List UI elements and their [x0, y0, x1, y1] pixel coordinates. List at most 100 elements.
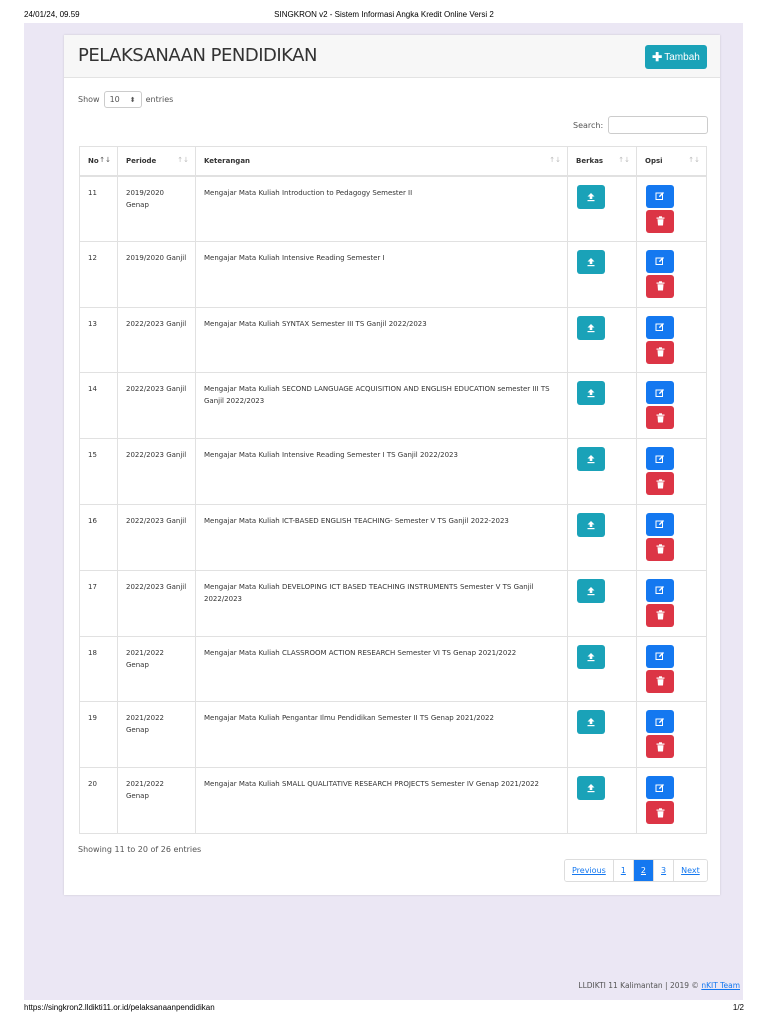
upload-icon	[586, 192, 596, 202]
print-url: https://singkron2.lldikti11.or.id/pelaks…	[24, 1003, 215, 1012]
card-header: PELAKSANAAN PENDIDIKAN ✚ Tambah	[64, 35, 720, 78]
entries-label: entries	[145, 95, 174, 104]
edit-icon	[655, 256, 665, 266]
upload-button[interactable]	[577, 447, 605, 472]
cell-opsi	[636, 175, 707, 242]
edit-button[interactable]	[646, 710, 674, 734]
upload-button[interactable]	[577, 184, 605, 209]
cell-no: 13	[79, 306, 118, 374]
cell-keterangan: Mengajar Mata Kuliah CLASSROOM ACTION RE…	[195, 635, 568, 703]
upload-icon	[586, 257, 596, 267]
cell-keterangan: Mengajar Mata Kuliah ICT-BASED ENGLISH T…	[195, 503, 568, 571]
cell-no: 12	[79, 240, 118, 308]
page-title: PELAKSANAAN PENDIDIKAN	[78, 45, 317, 66]
content-card: PELAKSANAAN PENDIDIKAN ✚ Tambah Show 10 …	[64, 35, 720, 895]
delete-button[interactable]	[646, 537, 674, 561]
column-header-opsi[interactable]: Opsi ↑↓	[636, 146, 707, 177]
cell-periode: 2022/2023 Ganjil	[117, 306, 196, 374]
search-input[interactable]	[608, 116, 709, 134]
edit-icon	[655, 454, 665, 464]
column-header-keterangan[interactable]: Keterangan ↑↓	[195, 146, 568, 177]
cell-no: 11	[79, 175, 118, 242]
delete-button[interactable]	[646, 209, 674, 233]
upload-button[interactable]	[577, 578, 605, 603]
delete-button[interactable]	[646, 406, 674, 430]
entries-value: 10	[109, 95, 120, 104]
table-row: 12 2019/2020 Ganjil Mengajar Mata Kuliah I…	[79, 240, 707, 308]
delete-button[interactable]	[646, 340, 674, 364]
cell-keterangan: Mengajar Mata Kuliah Introduction to Ped…	[195, 175, 568, 242]
table-row: 15 2022/2023 Ganjil Mengajar Mata Kuliah I…	[79, 438, 707, 505]
cell-berkas	[567, 240, 637, 308]
upload-button[interactable]	[577, 381, 605, 406]
cell-periode: 2022/2023 Ganjil	[117, 569, 196, 637]
credit: LLDIKTI 11 Kalimantan | 2019 © nKIT Team	[578, 981, 740, 990]
data-table: No ↑↓ Periode ↑↓ Keterangan ↑↓ Berkas ↑↓ Ops…	[79, 146, 707, 834]
delete-button[interactable]	[646, 472, 674, 496]
table-row: 18 2021/2022 Genap Mengajar Mata Kuliah CL…	[79, 635, 707, 703]
edit-button[interactable]	[646, 249, 674, 273]
cell-no: 15	[79, 438, 118, 505]
column-header-periode[interactable]: Periode ↑↓	[117, 146, 196, 177]
table-row: 16 2022/2023 Ganjil Mengajar Mata Kuliah I…	[79, 503, 707, 571]
edit-button[interactable]	[646, 512, 674, 536]
delete-button[interactable]	[646, 603, 674, 627]
upload-button[interactable]	[577, 512, 605, 537]
edit-button[interactable]	[646, 447, 674, 471]
cell-periode: 2022/2023 Ganjil	[117, 438, 196, 505]
pagination-page-1[interactable]: 1	[612, 860, 633, 881]
upload-icon	[586, 717, 596, 727]
plus-icon: ✚	[652, 50, 663, 64]
cell-no: 18	[79, 635, 118, 703]
delete-button[interactable]	[646, 669, 674, 693]
cell-no: 19	[79, 701, 118, 769]
edit-icon	[655, 388, 665, 398]
upload-button[interactable]	[577, 315, 605, 340]
trash-icon	[656, 281, 665, 291]
upload-icon	[586, 520, 596, 530]
cell-opsi	[636, 438, 707, 505]
upload-icon	[586, 652, 596, 662]
cell-no: 14	[79, 372, 118, 440]
sort-arrows-icon: ↑↓	[99, 156, 111, 164]
entries-select[interactable]: 10 ⬍	[103, 91, 142, 108]
pagination-page-3[interactable]: 3	[653, 860, 674, 881]
edit-icon	[655, 717, 665, 727]
search-label: Search:	[573, 120, 604, 130]
cell-opsi	[636, 635, 707, 703]
upload-button[interactable]	[577, 249, 605, 274]
edit-button[interactable]	[646, 578, 674, 602]
add-button[interactable]: ✚ Tambah	[645, 45, 707, 69]
edit-icon	[655, 191, 665, 201]
upload-button[interactable]	[577, 644, 605, 669]
edit-button[interactable]	[646, 184, 674, 208]
trash-icon	[656, 478, 665, 489]
delete-button[interactable]	[646, 274, 674, 298]
edit-button[interactable]	[646, 644, 674, 668]
edit-button[interactable]	[646, 315, 674, 339]
edit-icon	[655, 585, 665, 595]
pagination-previous[interactable]: Previous	[565, 860, 613, 881]
pagination-next[interactable]: Next	[673, 860, 707, 881]
column-header-no[interactable]: No ↑↓	[79, 146, 118, 177]
edit-button[interactable]	[646, 381, 674, 405]
add-button-label: Tambah	[664, 51, 700, 63]
print-footer: https://singkron2.lldikti11.or.id/pelaks…	[0, 1000, 768, 1024]
column-header-berkas[interactable]: Berkas ↑↓	[567, 146, 637, 177]
cell-keterangan: Mengajar Mata Kuliah SYNTAX Semester III…	[195, 306, 568, 374]
upload-button[interactable]	[577, 710, 605, 735]
trash-icon	[656, 676, 665, 686]
cell-no: 20	[79, 767, 118, 834]
trash-icon	[656, 544, 665, 554]
table-row: 13 2022/2023 Ganjil Mengajar Mata Kuliah S…	[79, 306, 707, 374]
credit-link[interactable]: nKIT Team	[701, 981, 740, 990]
cell-berkas	[567, 175, 637, 242]
delete-button[interactable]	[646, 735, 674, 759]
upload-button[interactable]	[577, 776, 605, 801]
cell-periode: 2019/2020 Ganjil	[117, 240, 196, 308]
table-row: 19 2021/2022 Genap Mengajar Mata Kuliah Pe…	[79, 701, 707, 769]
edit-button[interactable]	[646, 776, 674, 800]
pagination-page-2[interactable]: 2	[632, 860, 653, 881]
delete-button[interactable]	[646, 801, 674, 825]
print-header: 24/01/24, 09.59 SINGKRON v2 - Sistem Inf…	[0, 0, 768, 24]
